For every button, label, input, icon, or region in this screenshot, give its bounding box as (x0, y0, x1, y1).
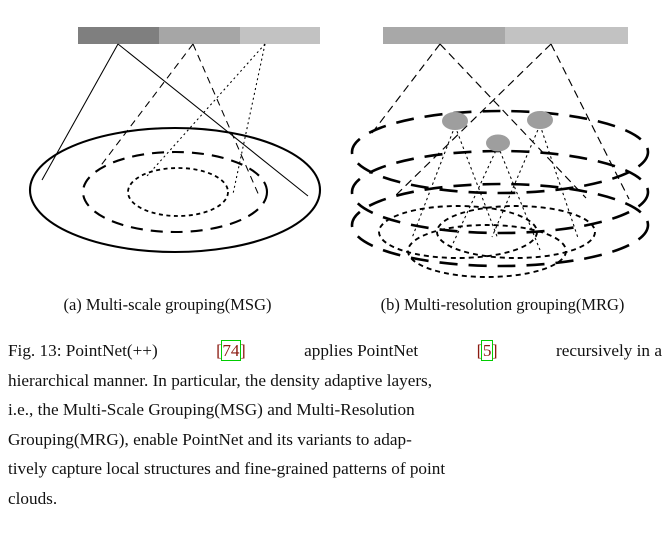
msg-region-inner-dotted (127, 167, 229, 217)
caption-line-1: Fig. 13: PointNet(++) [74] applies PointN… (8, 336, 662, 366)
caption-text: Fig. 13: PointNet(++) (8, 341, 158, 360)
mrg-feature-bar-segment-2 (505, 27, 628, 44)
caption-segment: [74] (216, 336, 246, 366)
msg-feature-bar-segment-2 (159, 27, 240, 44)
subcaption-row: (a) Multi-scale grouping(MSG) (b) Multi-… (0, 292, 670, 320)
msg-cone-lines-scale-3 (146, 43, 266, 195)
caption-text: applies PointNet (304, 341, 419, 360)
mrg-centroid-dot-2 (486, 134, 510, 152)
citation-bracket-open: [ (216, 341, 222, 360)
figure-page: (a) Multi-scale grouping(MSG) (b) Multi-… (0, 0, 670, 543)
msg-cone-lines-scale-2 (98, 43, 261, 199)
caption-line-4: Grouping(MRG), enable PointNet and its v… (8, 429, 412, 449)
caption-segment: [5] (477, 336, 498, 366)
citation-bracket-close: ] (240, 341, 246, 360)
citation-link-74[interactable]: 74 (220, 340, 242, 361)
msg-region-outer-solid (28, 126, 322, 254)
caption-text: recursively in a (556, 341, 662, 360)
figure-illustration (0, 0, 670, 290)
caption-line-5: tively capture local structures and fine… (8, 459, 446, 478)
msg-feature-bar (78, 27, 320, 44)
msg-feature-bar-segment-1 (78, 27, 159, 44)
mrg-feature-bar (383, 27, 628, 44)
mrg-centroid-dot-3 (527, 111, 553, 129)
msg-feature-bar-segment-3 (240, 27, 320, 44)
subcaption-a: (a) Multi-scale grouping(MSG) (63, 295, 272, 314)
caption-line-3: i.e., the Multi-Scale Grouping(MSG) and … (8, 400, 415, 419)
subcaption-b: (b) Multi-resolution grouping(MRG) (380, 295, 625, 314)
mrg-diagram (350, 27, 650, 278)
mrg-cone-lines-level-2 (394, 43, 630, 200)
citation-link-5[interactable]: 5 (481, 340, 493, 361)
mrg-feature-bar-segment-1 (383, 27, 505, 44)
caption-line-6: clouds. (8, 488, 58, 508)
citation-bracket-close: ] (491, 341, 498, 360)
mrg-local-group-3 (407, 224, 567, 278)
msg-region-middle-dashed (81, 150, 269, 234)
mrg-centroid-dot-1 (442, 112, 468, 130)
figure-caption: Fig. 13: PointNet(++) [74] applies PointN… (8, 336, 662, 513)
caption-line-2: hierarchical manner. In particular, the … (8, 370, 433, 390)
msg-diagram (28, 27, 322, 254)
msg-cone-lines-scale-1 (41, 43, 309, 197)
